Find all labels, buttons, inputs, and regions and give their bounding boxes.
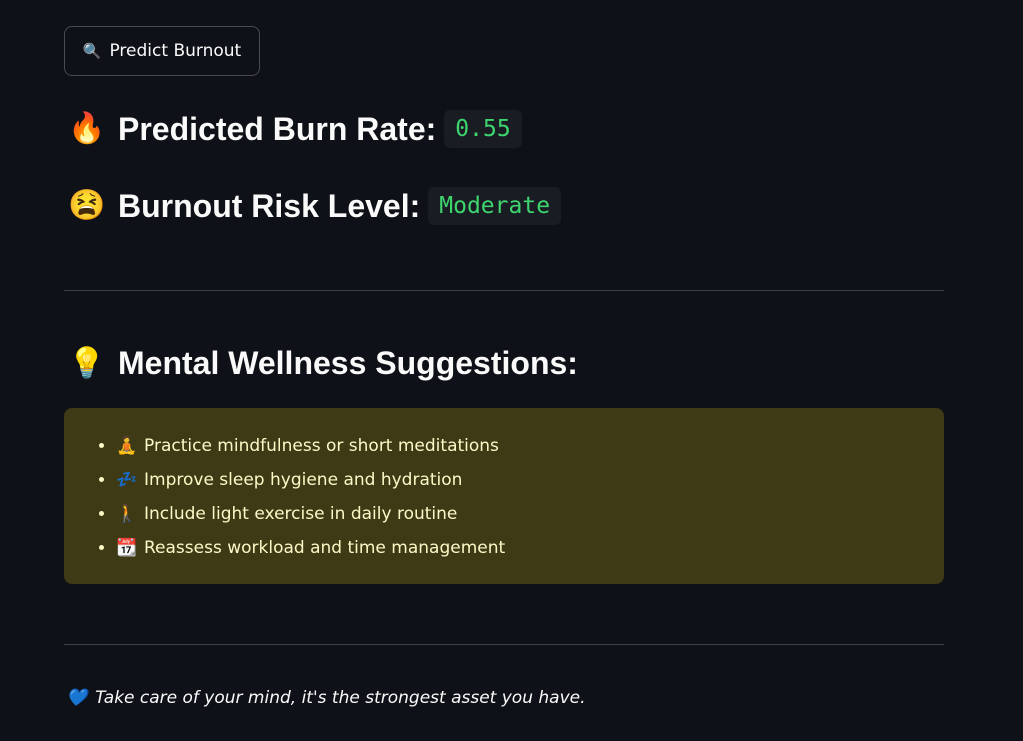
sleep-icon: 💤	[116, 470, 138, 490]
footer-text: Take care of your mind, it's the stronge…	[95, 688, 586, 708]
app-page: 🔍 Predict Burnout 🔥 Predicted Burn Rate:…	[0, 0, 1023, 741]
risk-level-value: Moderate	[428, 187, 562, 225]
risk-level-row: 😫 Burnout Risk Level: Moderate	[68, 187, 562, 225]
fire-icon: 🔥	[68, 112, 106, 145]
suggestion-text: Include light exercise in daily routine	[144, 504, 458, 524]
risk-level-label: Burnout Risk Level:	[118, 187, 421, 224]
suggestions-list: 🧘 Practice mindfulness or short meditatio…	[88, 432, 944, 568]
magnifier-icon: 🔍	[82, 41, 102, 60]
walking-icon: 🚶	[116, 504, 138, 524]
divider	[64, 644, 944, 645]
suggestion-text: Improve sleep hygiene and hydration	[144, 470, 463, 490]
tired-face-icon: 😫	[68, 189, 106, 222]
burn-rate-row: 🔥 Predicted Burn Rate: 0.55	[68, 110, 522, 148]
list-item: 🧘 Practice mindfulness or short meditatio…	[116, 432, 944, 466]
suggestions-callout: 🧘 Practice mindfulness or short meditatio…	[64, 408, 944, 584]
burn-rate-value: 0.55	[444, 110, 522, 148]
suggestion-text: Practice mindfulness or short meditation…	[144, 436, 499, 456]
list-item: 📆 Reassess workload and time management	[116, 534, 944, 568]
predict-button-label: Predict Burnout	[109, 41, 242, 61]
suggestions-heading-text: Mental Wellness Suggestions:	[118, 345, 578, 381]
divider	[64, 290, 944, 291]
suggestion-text: Reassess workload and time management	[144, 538, 506, 558]
light-bulb-icon: 💡	[68, 346, 106, 380]
blue-heart-icon: 💙	[66, 688, 88, 708]
list-item: 🚶 Include light exercise in daily routine	[116, 500, 944, 534]
suggestions-heading: 💡 Mental Wellness Suggestions:	[68, 345, 578, 382]
calendar-icon: 📆	[116, 538, 138, 558]
meditation-icon: 🧘	[116, 436, 138, 456]
predict-burnout-button[interactable]: 🔍 Predict Burnout	[64, 26, 260, 76]
list-item: 💤 Improve sleep hygiene and hydration	[116, 466, 944, 500]
burn-rate-label: Predicted Burn Rate:	[118, 110, 437, 147]
footer-note: 💙 Take care of your mind, it's the stron…	[66, 688, 586, 708]
